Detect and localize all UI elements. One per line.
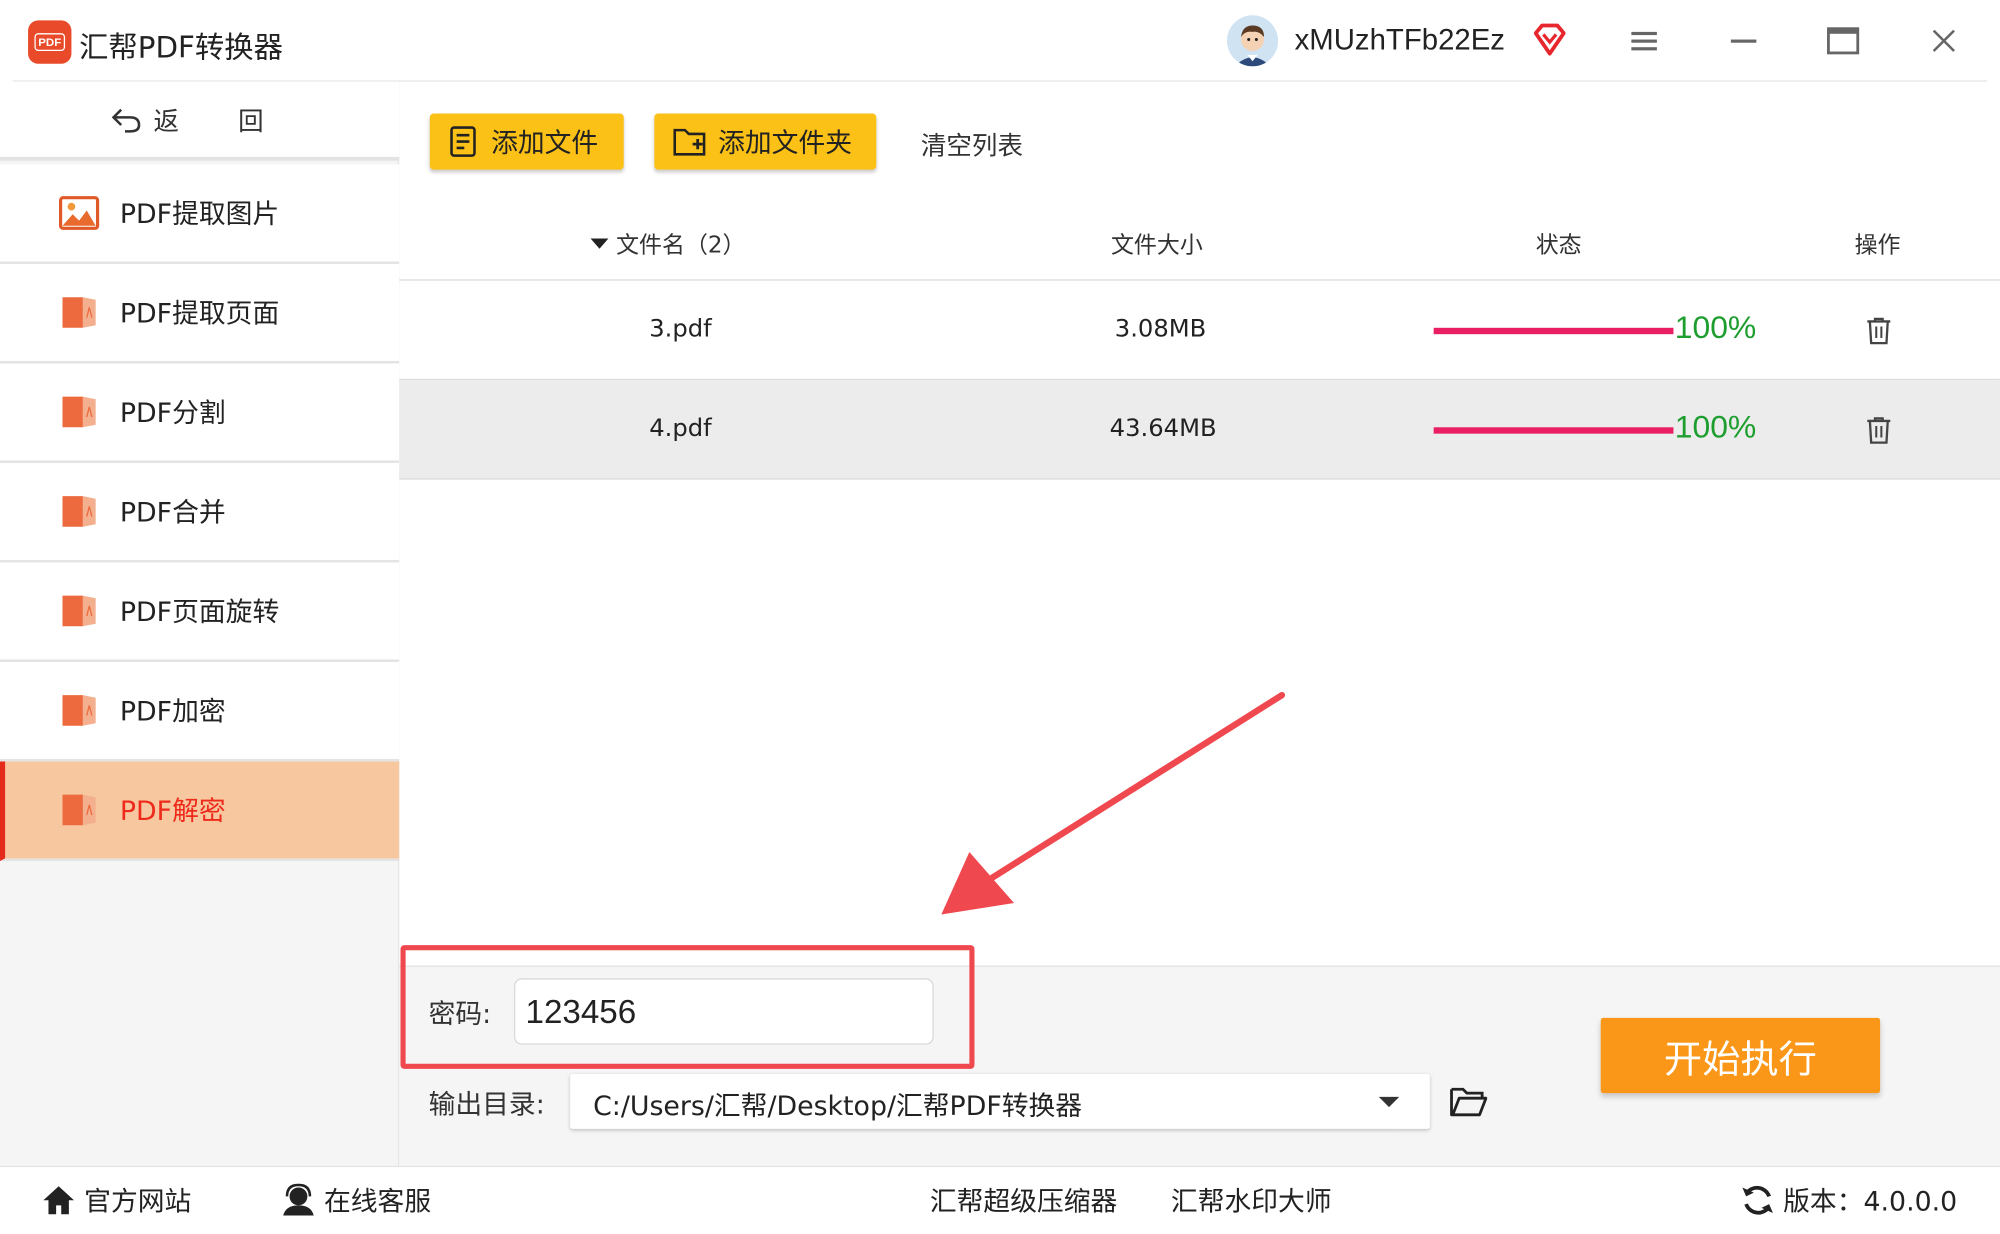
pdf-file-icon (62, 496, 96, 527)
output-dir-select[interactable]: C:/Users/汇帮/Desktop/汇帮PDF转换器 (570, 1073, 1430, 1129)
pdf-file-icon (62, 595, 96, 627)
output-dir-label: 输出目录: (428, 1089, 545, 1120)
sort-caret-icon (590, 238, 609, 249)
version-info[interactable]: 版本：4.0.0.0 (1740, 1181, 1957, 1219)
maximize-icon[interactable] (1818, 18, 1869, 64)
output-dir-path: C:/Users/汇帮/Desktop/汇帮PDF转换器 (593, 1090, 1083, 1122)
delete-icon[interactable] (1864, 315, 1895, 346)
back-label: 返 回 (153, 105, 290, 137)
table-row[interactable]: 3.pdf 3.08MB 100% (399, 281, 2000, 381)
home-icon (43, 1186, 74, 1215)
table-row[interactable]: 4.pdf 43.64MB 100% (399, 380, 2000, 480)
version-label: 版本：4.0.0.0 (1783, 1186, 1958, 1217)
minimize-icon[interactable] (1718, 18, 1769, 64)
pdf-file-icon (62, 794, 96, 826)
add-file-icon (450, 126, 476, 157)
sidebar-item-extract-pages[interactable]: PDF提取页面 (0, 264, 400, 364)
support-label: 在线客服 (323, 1186, 432, 1217)
open-folder-icon[interactable] (1449, 1083, 1488, 1119)
sidebar-item-label: PDF解密 (119, 795, 226, 827)
delete-icon[interactable] (1864, 415, 1895, 446)
column-header-action: 操作 (1854, 232, 1901, 259)
back-arrow-icon (112, 108, 141, 133)
column-header-size: 文件大小 (1110, 232, 1203, 259)
sidebar-item-rotate[interactable]: PDF页面旋转 (0, 562, 400, 662)
website-link[interactable]: 官方网站 (41, 1181, 192, 1219)
column-header-status: 状态 (1535, 232, 1582, 259)
start-button[interactable]: 开始执行 (1600, 1017, 1881, 1094)
sidebar-item-label: PDF加密 (119, 696, 226, 728)
password-input[interactable] (514, 978, 934, 1045)
sidebar-item-encrypt[interactable]: PDF加密 (0, 661, 400, 762)
progress-bar (1433, 427, 1674, 434)
sidebar-item-label: PDF页面旋转 (119, 596, 280, 628)
column-header-name-label: 文件名（2） (616, 232, 746, 259)
sidebar-item-label: PDF提取页面 (119, 298, 280, 330)
chevron-down-icon (1378, 1096, 1400, 1108)
file-size: 43.64MB (1109, 414, 1217, 443)
clear-list-button[interactable]: 清空列表 (921, 125, 1023, 162)
menu-icon[interactable] (1619, 18, 1670, 64)
back-button[interactable]: 返 回 (0, 81, 400, 161)
file-size: 3.08MB (1114, 315, 1207, 344)
sidebar-item-extract-images[interactable]: PDF提取图片 (0, 164, 400, 265)
compressor-link[interactable]: 汇帮超级压缩器 (930, 1181, 1117, 1219)
add-folder-label: 添加文件夹 (718, 127, 853, 159)
support-link[interactable]: 在线客服 (281, 1181, 432, 1219)
image-icon (58, 196, 100, 230)
sidebar-item-decrypt[interactable]: PDF解密 (0, 761, 400, 861)
sidebar-item-label: PDF合并 (119, 497, 226, 529)
website-label: 官方网站 (84, 1186, 192, 1217)
title-bar (0, 0, 2000, 82)
close-icon[interactable] (1918, 18, 1969, 64)
add-file-button[interactable]: 添加文件 (429, 113, 624, 170)
file-name: 4.pdf (649, 414, 712, 443)
annotation-arrow (941, 691, 1286, 915)
watermark-link[interactable]: 汇帮水印大师 (1171, 1181, 1332, 1219)
progress-percent: 100% (1674, 409, 1757, 446)
sidebar-item-label: PDF分割 (119, 397, 226, 429)
customer-service-icon (283, 1183, 314, 1216)
app-logo-icon: PDF (28, 20, 72, 64)
column-header-name[interactable]: 文件名（2） (590, 227, 746, 260)
pdf-file-icon (62, 695, 96, 726)
sidebar-item-split[interactable]: PDF分割 (0, 363, 400, 464)
password-label: 密码: (428, 998, 492, 1030)
vip-diamond-icon[interactable] (1531, 20, 1569, 58)
progress-bar (1433, 327, 1674, 335)
add-folder-icon (673, 128, 706, 156)
avatar[interactable] (1227, 15, 1279, 67)
refresh-icon (1742, 1185, 1773, 1215)
progress-percent: 100% (1674, 309, 1757, 346)
app-title: 汇帮PDF转换器 (79, 31, 283, 66)
sidebar-item-merge[interactable]: PDF合并 (0, 463, 400, 563)
user-name[interactable]: xMUzhTFb22Ez (1295, 23, 1505, 57)
pdf-file-icon (62, 297, 96, 328)
add-folder-button[interactable]: 添加文件夹 (654, 113, 877, 170)
file-name: 3.pdf (649, 315, 712, 344)
sidebar-item-label: PDF提取图片 (119, 198, 280, 230)
add-file-label: 添加文件 (491, 127, 599, 159)
pdf-file-icon (62, 396, 96, 428)
